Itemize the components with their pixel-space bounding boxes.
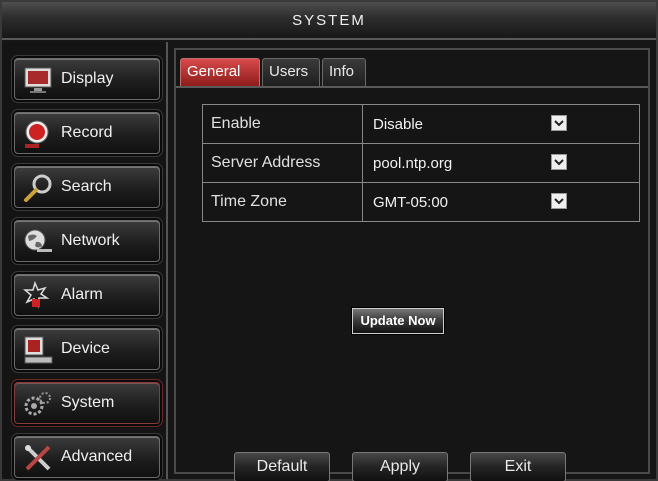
- sidebar-item-record[interactable]: Record: [14, 112, 160, 154]
- network-icon: [24, 229, 52, 252]
- tab-general[interactable]: General: [180, 58, 260, 86]
- chevron-down-icon[interactable]: [551, 154, 567, 170]
- enable-select[interactable]: Disable: [373, 113, 567, 137]
- alarm-icon: [23, 281, 50, 309]
- sidebar-item-label: Network: [61, 232, 120, 249]
- sidebar-item-advanced[interactable]: Advanced: [14, 436, 160, 478]
- update-now-button[interactable]: Update Now: [352, 308, 444, 334]
- content-panel: General Users Info Enable Disable Server…: [174, 48, 650, 474]
- sidebar-item-label: Device: [61, 340, 110, 357]
- chevron-down-icon[interactable]: [551, 193, 567, 209]
- apply-button[interactable]: Apply: [352, 452, 448, 481]
- time-zone-label: Time Zone: [203, 183, 363, 221]
- chevron-down-icon[interactable]: [551, 115, 567, 131]
- sidebar-item-label: Advanced: [61, 448, 133, 465]
- table-row: Enable Disable: [203, 105, 639, 144]
- sidebar-item-label: Display: [61, 70, 114, 87]
- table-row: Server Address pool.ntp.org: [203, 144, 639, 183]
- sidebar-item-label: Record: [61, 124, 113, 141]
- enable-label: Enable: [203, 105, 363, 143]
- server-address-label: Server Address: [203, 144, 363, 182]
- sidebar-item-system[interactable]: System: [14, 382, 160, 424]
- sidebar-item-label: Alarm: [61, 286, 103, 303]
- tab-info[interactable]: Info: [322, 58, 366, 86]
- search-icon: [24, 174, 52, 202]
- window-title: SYSTEM: [2, 2, 656, 40]
- server-address-select[interactable]: pool.ntp.org: [373, 152, 567, 176]
- tab-divider: [176, 86, 648, 88]
- settings-table: Enable Disable Server Address pool.ntp.o…: [202, 104, 640, 222]
- system-window: SYSTEM Display Record Search Network Ala…: [0, 0, 658, 481]
- sidebar-item-display[interactable]: Display: [14, 58, 160, 100]
- system-icon: [24, 392, 51, 416]
- sidebar-item-search[interactable]: Search: [14, 166, 160, 208]
- record-icon: [25, 120, 49, 148]
- sidebar-item-device[interactable]: Device: [14, 328, 160, 370]
- default-button[interactable]: Default: [234, 452, 330, 481]
- sidebar-item-alarm[interactable]: Alarm: [14, 274, 160, 316]
- sidebar-item-label: System: [61, 394, 115, 411]
- exit-button[interactable]: Exit: [470, 452, 566, 481]
- sidebar: Display Record Search Network Alarm Devi…: [2, 42, 168, 479]
- display-icon: [24, 67, 52, 93]
- device-icon: [24, 336, 53, 364]
- advanced-icon: [25, 445, 51, 471]
- time-zone-select[interactable]: GMT-05:00: [373, 191, 567, 215]
- sidebar-item-network[interactable]: Network: [14, 220, 160, 262]
- tab-users[interactable]: Users: [262, 58, 320, 86]
- sidebar-item-label: Search: [61, 178, 112, 195]
- table-row: Time Zone GMT-05:00: [203, 183, 639, 222]
